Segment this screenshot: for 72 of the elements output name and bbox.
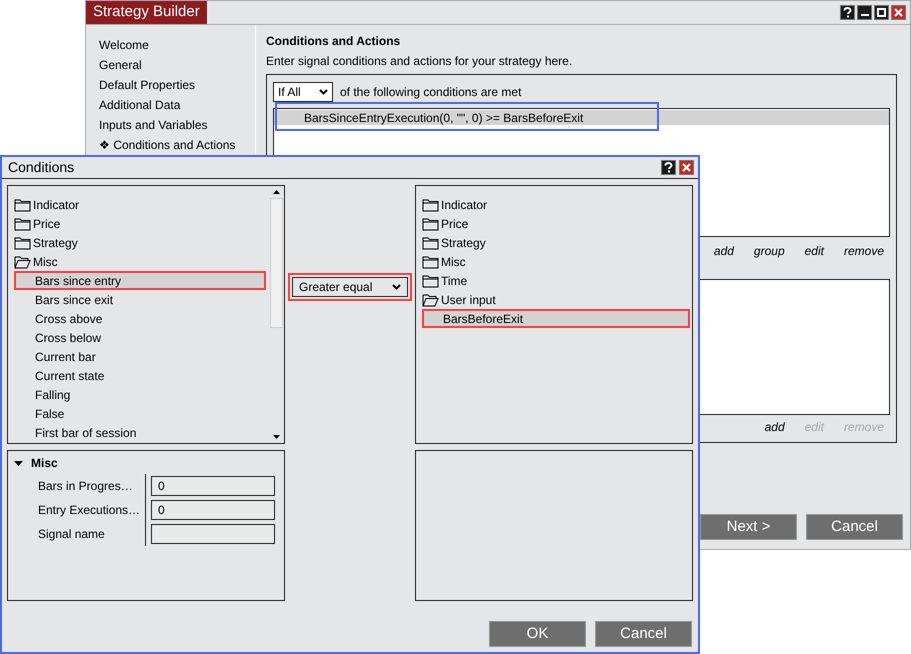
tree-folder[interactable]: Price: [33, 214, 60, 232]
folder-icon: [14, 236, 31, 250]
dialog-title: Conditions: [8, 158, 74, 177]
operator-dropdown[interactable]: Greater equal: [292, 277, 408, 297]
help-icon[interactable]: [840, 5, 855, 20]
property-name: Bars in Progres…: [8, 474, 146, 498]
tree-folder[interactable]: User input: [441, 290, 496, 308]
tree-folder[interactable]: Time: [441, 272, 468, 290]
tree-item[interactable]: False: [14, 404, 266, 423]
action-link[interactable]: add: [714, 242, 734, 260]
tree-item[interactable]: Bars since exit: [14, 290, 266, 309]
close-icon[interactable]: [679, 160, 694, 175]
folder-icon: [422, 236, 439, 250]
dialog-button[interactable]: Next >: [700, 514, 797, 540]
sidebar-item[interactable]: Inputs and Variables: [99, 115, 255, 135]
tree-folder[interactable]: Strategy: [33, 234, 78, 252]
sidebar-item[interactable]: Default Properties: [99, 75, 255, 95]
sidebar-item[interactable]: Additional Data: [99, 95, 255, 115]
folder-icon: [14, 216, 31, 230]
tree-item[interactable]: First bar of session: [14, 423, 266, 442]
open-folder-icon: [14, 254, 31, 268]
sidebar-item[interactable]: ❖ Conditions and Actions: [99, 135, 255, 155]
property-name: Signal name: [8, 522, 146, 546]
tree-item[interactable]: Current bar: [14, 347, 266, 366]
tree-item[interactable]: Cross above: [14, 309, 266, 328]
dialog-button[interactable]: Cancel: [595, 621, 692, 647]
tree-folder[interactable]: Price: [441, 214, 468, 232]
tree-folder[interactable]: Strategy: [441, 234, 486, 252]
property-field[interactable]: [151, 524, 275, 544]
help-icon[interactable]: [661, 160, 676, 175]
action-link[interactable]: add: [764, 418, 785, 436]
sidebar-item[interactable]: General: [99, 55, 255, 75]
chevron-down-icon: [392, 284, 401, 290]
action-link[interactable]: edit: [804, 242, 824, 260]
action-link[interactable]: group: [754, 242, 785, 260]
tree-item[interactable]: Current state: [14, 366, 266, 385]
folder-icon: [422, 254, 439, 268]
tree-folder[interactable]: Indicator: [33, 196, 80, 214]
dialog-button[interactable]: Cancel: [806, 514, 903, 540]
tree-folder[interactable]: Indicator: [441, 196, 488, 214]
property-group: Misc: [31, 454, 58, 472]
tree-item[interactable]: Cross below: [14, 328, 266, 347]
sidebar-item[interactable]: Welcome: [99, 35, 255, 55]
scroll-up-icon[interactable]: [272, 190, 280, 194]
section-description: Enter signal conditions and actions for your strategy here.: [266, 53, 574, 70]
property-name: Entry Executions…: [8, 498, 146, 522]
open-folder-icon: [422, 292, 439, 306]
scroll-down-icon[interactable]: [272, 435, 280, 439]
action-link[interactable]: remove: [844, 242, 884, 260]
chevron-down-icon: [319, 89, 328, 95]
minimize-icon[interactable]: [857, 5, 872, 20]
tree-item[interactable]: Falling: [14, 385, 266, 404]
tree-folder[interactable]: Misc: [441, 252, 466, 270]
section-heading: Conditions and Actions: [266, 33, 402, 50]
tree-item[interactable]: BarsBeforeExit: [422, 309, 690, 328]
folder-icon: [422, 198, 439, 212]
match-text: of the following conditions are met: [340, 84, 522, 101]
tree-folder[interactable]: Misc: [33, 252, 58, 270]
folder-icon: [14, 198, 31, 212]
property-field[interactable]: 0: [151, 500, 275, 520]
match-dropdown[interactable]: If All: [273, 82, 333, 102]
maximize-icon[interactable]: [874, 5, 889, 20]
dialog-button[interactable]: OK: [489, 621, 586, 647]
condition-row[interactable]: BarsSinceEntryExecution(0, "", 0) >= BarsBeforeExit: [274, 110, 889, 125]
window-title: Strategy Builder: [86, 1, 207, 24]
close-icon[interactable]: [891, 5, 906, 20]
collapse-arrow-icon[interactable]: [14, 458, 23, 468]
folder-icon: [422, 216, 439, 230]
tree-item[interactable]: Bars since entry: [14, 271, 266, 290]
folder-icon: [422, 274, 439, 288]
scrollbar-thumb[interactable]: [270, 198, 282, 328]
property-field[interactable]: 0: [151, 476, 275, 496]
